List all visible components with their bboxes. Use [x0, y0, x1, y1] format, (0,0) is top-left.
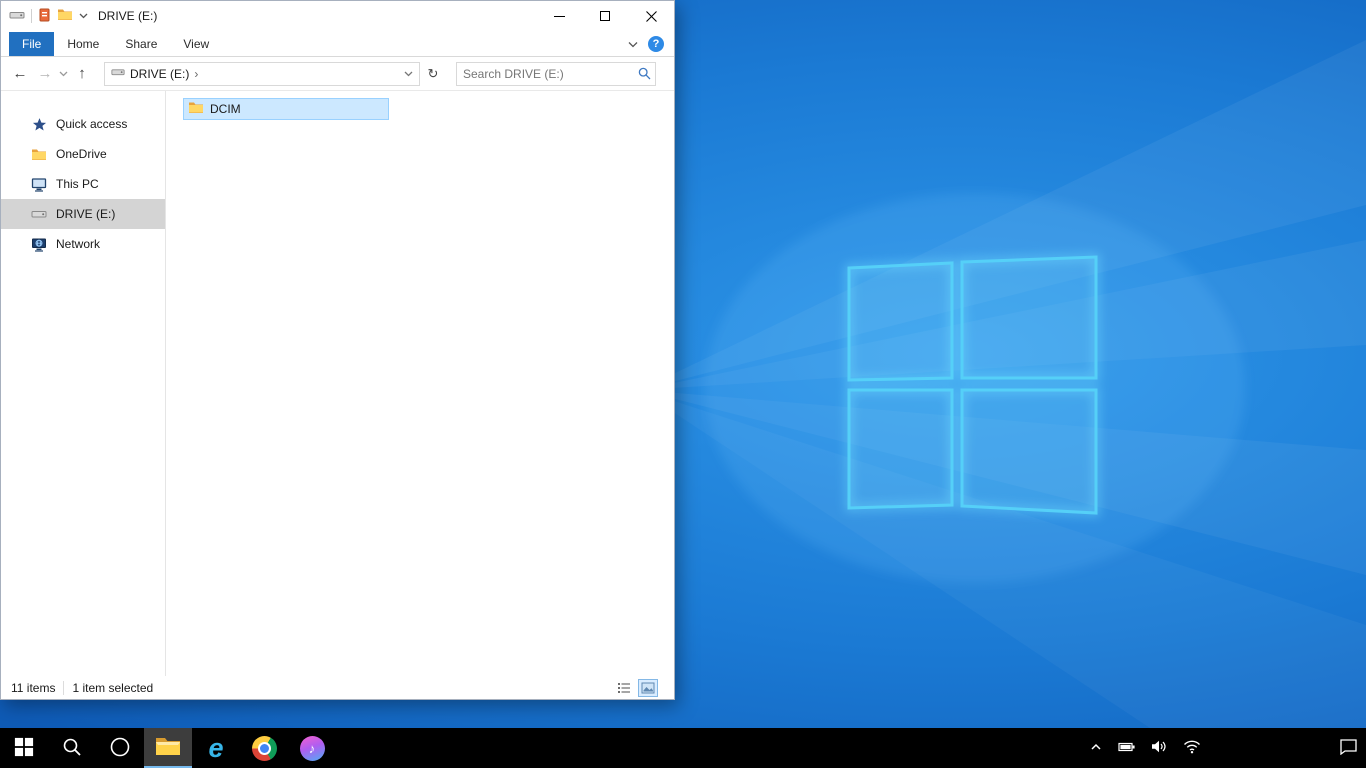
taskbar-search-button[interactable]: [48, 728, 96, 768]
new-folder-qat-icon[interactable]: [57, 8, 73, 24]
file-item-dcim[interactable]: DCIM: [183, 98, 389, 120]
start-button[interactable]: [0, 728, 48, 768]
tab-file[interactable]: File: [9, 32, 55, 56]
system-tray: [1089, 728, 1366, 768]
pc-icon: [31, 176, 47, 192]
refresh-icon[interactable]: ↻: [423, 62, 443, 86]
sidebar-item-label: Network: [56, 237, 101, 251]
large-icons-view-icon[interactable]: [638, 678, 658, 697]
battery-icon[interactable]: [1118, 740, 1136, 757]
window-title: DRIVE (E:): [98, 9, 158, 23]
search-box: [456, 61, 656, 86]
sidebar-item-quick-access[interactable]: Quick access: [1, 109, 165, 139]
qat-customize-chevron-icon[interactable]: [79, 13, 88, 19]
navigation-pane: Quick access OneDrive This PC DRIVE (E:): [1, 91, 166, 676]
file-list[interactable]: DCIM: [166, 91, 674, 676]
back-button[interactable]: ←: [9, 62, 31, 86]
search-input[interactable]: [457, 66, 633, 81]
drive-window-icon: [9, 7, 25, 26]
drive-icon: [31, 206, 47, 222]
cortana-icon: [109, 736, 131, 761]
chrome-icon: [251, 735, 277, 761]
search-icon: [62, 737, 82, 760]
address-dropdown-chevron-icon[interactable]: [404, 71, 413, 77]
minimize-button[interactable]: [536, 1, 582, 31]
close-button[interactable]: [628, 1, 674, 31]
drive-breadcrumb-icon: [111, 65, 125, 82]
tab-view[interactable]: View: [170, 32, 222, 56]
sidebar-item-label: This PC: [56, 177, 99, 191]
file-item-label: DCIM: [210, 102, 241, 116]
breadcrumb-drive[interactable]: DRIVE (E:): [130, 67, 189, 81]
sidebar-item-onedrive[interactable]: OneDrive: [1, 139, 165, 169]
recent-locations-chevron-icon[interactable]: [59, 71, 68, 77]
details-view-icon[interactable]: [614, 679, 634, 697]
help-icon[interactable]: ?: [648, 36, 664, 52]
ribbon-right-controls: ?: [628, 36, 674, 56]
taskbar-file-explorer-button[interactable]: [144, 728, 192, 768]
window-controls: [536, 1, 674, 31]
properties-qat-icon[interactable]: [38, 8, 51, 25]
wifi-icon[interactable]: [1183, 739, 1201, 757]
items-count: 11 items: [11, 680, 56, 695]
maximize-button[interactable]: [582, 1, 628, 31]
sidebar-item-label: DRIVE (E:): [56, 207, 116, 221]
internet-explorer-icon: e: [208, 732, 224, 763]
itunes-icon: ♪: [299, 735, 325, 761]
itunes-button[interactable]: ♪: [288, 728, 336, 768]
taskbar: e ♪: [0, 728, 1366, 768]
tab-share[interactable]: Share: [112, 32, 170, 56]
expand-ribbon-chevron-icon[interactable]: [628, 41, 638, 48]
sidebar-item-label: Quick access: [56, 117, 128, 131]
sidebar-item-this-pc[interactable]: This PC: [1, 169, 165, 199]
status-separator: [63, 680, 65, 695]
status-bar: 11 items 1 item selected: [1, 676, 674, 699]
network-icon: [31, 236, 47, 252]
qat-separator: [31, 9, 32, 23]
file-explorer-window: DRIVE (E:) File Home Share View ? ← → ↑ …: [0, 0, 675, 700]
sidebar-item-drive-e[interactable]: DRIVE (E:): [1, 199, 165, 229]
title-bar: DRIVE (E:): [1, 1, 674, 31]
internet-explorer-button[interactable]: e: [192, 728, 240, 768]
forward-button[interactable]: →: [34, 62, 56, 86]
address-bar[interactable]: DRIVE (E:) ›: [104, 61, 420, 86]
star-icon: [31, 116, 47, 132]
view-switcher: [614, 678, 664, 697]
file-explorer-icon: [155, 736, 181, 760]
folder-icon: [31, 146, 47, 162]
tab-home[interactable]: Home: [54, 32, 112, 56]
sidebar-item-label: OneDrive: [56, 147, 107, 161]
cortana-button[interactable]: [96, 728, 144, 768]
up-button[interactable]: ↑: [71, 62, 93, 86]
volume-icon[interactable]: [1151, 739, 1168, 757]
search-icon[interactable]: [633, 67, 655, 80]
quick-access-toolbar: [1, 7, 88, 26]
start-icon: [14, 737, 34, 760]
show-hidden-icons-chevron[interactable]: [1089, 741, 1103, 756]
window-body: Quick access OneDrive This PC DRIVE (E:): [1, 91, 674, 676]
navigation-bar: ← → ↑ DRIVE (E:) › ↻: [1, 57, 674, 91]
sidebar-item-network[interactable]: Network: [1, 229, 165, 259]
breadcrumb-chevron[interactable]: ›: [194, 67, 198, 81]
selection-count: 1 item selected: [72, 680, 154, 695]
chrome-button[interactable]: [240, 728, 288, 768]
action-center-icon[interactable]: [1339, 738, 1358, 758]
folder-icon: [188, 101, 204, 117]
ribbon-tab-bar: File Home Share View ?: [1, 31, 674, 57]
